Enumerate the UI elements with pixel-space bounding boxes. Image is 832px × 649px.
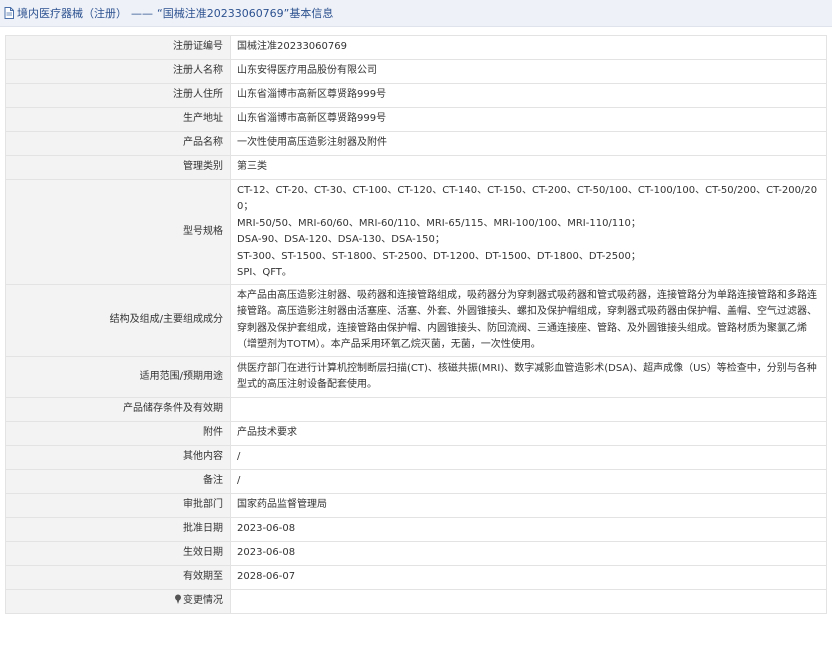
field-label: 管理类别 — [5, 155, 231, 180]
field-label: 产品储存条件及有效期 — [5, 397, 231, 422]
field-label: 批准日期 — [5, 517, 231, 542]
field-value: 2028-06-07 — [230, 565, 827, 590]
table-row: 型号规格 CT-12、CT-20、CT-30、CT-100、CT-120、CT-… — [5, 179, 827, 285]
field-value: 供医疗部门在进行计算机控制断层扫描(CT)、核磁共振(MRI)、数字减影血管造影… — [230, 356, 827, 398]
document-icon — [4, 7, 14, 19]
field-value: 第三类 — [230, 155, 827, 180]
field-value: 产品技术要求 — [230, 421, 827, 446]
table-row: 生产地址 山东省淄博市高新区尊贤路999号 — [5, 107, 827, 132]
field-value — [230, 589, 827, 614]
table-row: 生效日期 2023-06-08 — [5, 541, 827, 566]
breadcrumb-separator: —— — [131, 7, 153, 20]
field-value: 山东省淄博市高新区尊贤路999号 — [230, 107, 827, 132]
field-label: 注册证编号 — [5, 35, 231, 60]
table-row: 产品名称 一次性使用高压造影注射器及附件 — [5, 131, 827, 156]
field-value: 本产品由高压造影注射器、吸药器和连接管路组成，吸药器分为穿刺器式吸药器和管式吸药… — [230, 284, 827, 357]
table-row: 管理类别 第三类 — [5, 155, 827, 180]
field-label: 结构及组成/主要组成成分 — [5, 284, 231, 357]
table-row: 产品储存条件及有效期 — [5, 397, 827, 422]
table-row: 注册证编号 国械注准20233060769 — [5, 35, 827, 60]
field-label: 审批部门 — [5, 493, 231, 518]
field-label: 注册人名称 — [5, 59, 231, 84]
field-value: 2023-06-08 — [230, 541, 827, 566]
table-row: 批准日期 2023-06-08 — [5, 517, 827, 542]
spec-line: DSA-90、DSA-120、DSA-130、DSA-150； — [237, 234, 445, 245]
pin-icon — [175, 594, 181, 605]
spec-line: MRI-50/50、MRI-60/60、MRI-60/110、MRI-65/11… — [237, 217, 641, 229]
table-row: 结构及组成/主要组成成分 本产品由高压造影注射器、吸药器和连接管路组成，吸药器分… — [5, 284, 827, 357]
field-label: 产品名称 — [5, 131, 231, 156]
field-label: 注册人住所 — [5, 83, 231, 108]
field-label: 生效日期 — [5, 541, 231, 566]
field-label: 生产地址 — [5, 107, 231, 132]
table-row: 附件 产品技术要求 — [5, 421, 827, 446]
table-row: 有效期至 2028-06-07 — [5, 565, 827, 590]
field-value: / — [230, 469, 827, 494]
field-value-model-specs: CT-12、CT-20、CT-30、CT-100、CT-120、CT-140、C… — [230, 179, 827, 285]
breadcrumb-section[interactable]: 境内医疗器械（注册） — [17, 7, 127, 20]
field-label: 其他内容 — [5, 445, 231, 470]
spec-line: ST-300、ST-1500、ST-1800、ST-2500、DT-1200、D… — [237, 250, 641, 262]
field-value: 一次性使用高压造影注射器及附件 — [230, 131, 827, 156]
table-row: 变更情况 — [5, 589, 827, 614]
note-label: 变更情况 — [183, 595, 223, 607]
field-label: 型号规格 — [5, 179, 231, 285]
field-value: 国械注准20233060769 — [230, 35, 827, 60]
table-row: 注册人名称 山东安得医疗用品股份有限公司 — [5, 59, 827, 84]
spec-line: CT-12、CT-20、CT-30、CT-100、CT-120、CT-140、C… — [237, 184, 818, 213]
field-value: / — [230, 445, 827, 470]
detail-table: 注册证编号 国械注准20233060769 注册人名称 山东安得医疗用品股份有限… — [5, 35, 827, 614]
field-label: 有效期至 — [5, 565, 231, 590]
breadcrumb-record-title: “国械注准20233060769”基本信息 — [157, 7, 334, 20]
table-row: 其他内容 / — [5, 445, 827, 470]
field-value: 山东省淄博市高新区尊贤路999号 — [230, 83, 827, 108]
table-row: 注册人住所 山东省淄博市高新区尊贤路999号 — [5, 83, 827, 108]
field-value: 山东安得医疗用品股份有限公司 — [230, 59, 827, 84]
field-value — [230, 397, 827, 422]
spec-line: SPI、QFT。 — [237, 267, 292, 278]
page-header: 境内医疗器械（注册） —— “国械注准20233060769”基本信息 — [0, 0, 832, 27]
field-value: 2023-06-08 — [230, 517, 827, 542]
field-label: 附件 — [5, 421, 231, 446]
table-row: 审批部门 国家药品监督管理局 — [5, 493, 827, 518]
field-label: 适用范围/预期用途 — [5, 356, 231, 398]
field-label-note: 变更情况 — [5, 589, 231, 614]
field-value: 国家药品监督管理局 — [230, 493, 827, 518]
breadcrumb: 境内医疗器械（注册） —— “国械注准20233060769”基本信息 — [17, 5, 333, 21]
field-label: 备注 — [5, 469, 231, 494]
table-row: 适用范围/预期用途 供医疗部门在进行计算机控制断层扫描(CT)、核磁共振(MRI… — [5, 356, 827, 398]
table-row: 备注 / — [5, 469, 827, 494]
